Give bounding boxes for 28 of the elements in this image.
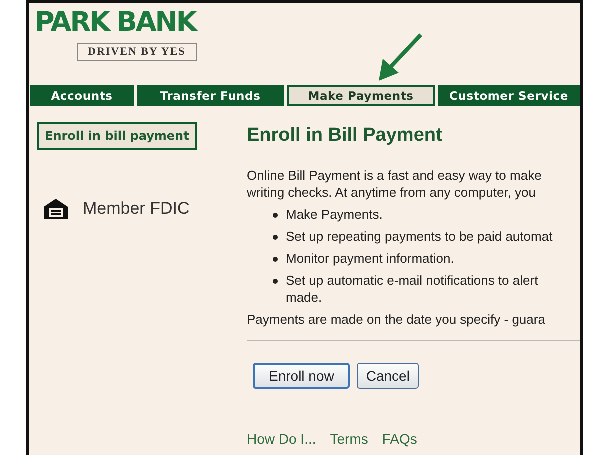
pointer-arrow xyxy=(377,31,425,83)
note-text: Payments are made on the date you specify - guara xyxy=(247,311,546,328)
footer-link[interactable]: How Do I... xyxy=(247,431,316,447)
cancel-button[interactable]: Cancel xyxy=(357,363,419,389)
bullet-text: made. xyxy=(286,289,324,306)
intro-text: writing checks. At anytime from any computer, you xyxy=(247,184,538,201)
intro-text: Online Bill Payment is a fast and easy way to make xyxy=(247,167,543,184)
equal-housing-icon xyxy=(43,198,69,220)
footer-link[interactable]: Terms xyxy=(330,431,368,447)
page-title: Enroll in Bill Payment xyxy=(247,125,444,147)
enroll-link[interactable]: Enroll in bill payment xyxy=(37,122,198,150)
footer-link[interactable]: FAQs xyxy=(382,431,418,447)
bank-logo: PARK BANK xyxy=(35,9,198,37)
bullet-text: Make Payments. xyxy=(286,206,383,223)
nav-tab[interactable]: Transfer Funds xyxy=(137,85,284,106)
bullet-icon xyxy=(273,257,278,262)
bullet-icon xyxy=(273,235,278,240)
nav-tab[interactable]: Make Payments xyxy=(287,85,435,106)
bullet-icon xyxy=(273,279,278,284)
nav-tab[interactable]: Accounts xyxy=(30,85,134,106)
nav-tab[interactable]: Customer Service xyxy=(438,85,580,106)
bullet-text: Monitor payment information. xyxy=(286,250,454,267)
tagline: DRIVEN BY YES xyxy=(77,43,197,61)
bullet-text: Set up automatic e-mail notifications to alert xyxy=(286,272,538,289)
bullet-text: Set up repeating payments to be paid automat xyxy=(286,228,553,245)
fdic-text: Member FDIC xyxy=(83,199,190,219)
enroll-button[interactable]: Enroll now xyxy=(253,363,350,389)
bullet-icon xyxy=(273,213,278,218)
